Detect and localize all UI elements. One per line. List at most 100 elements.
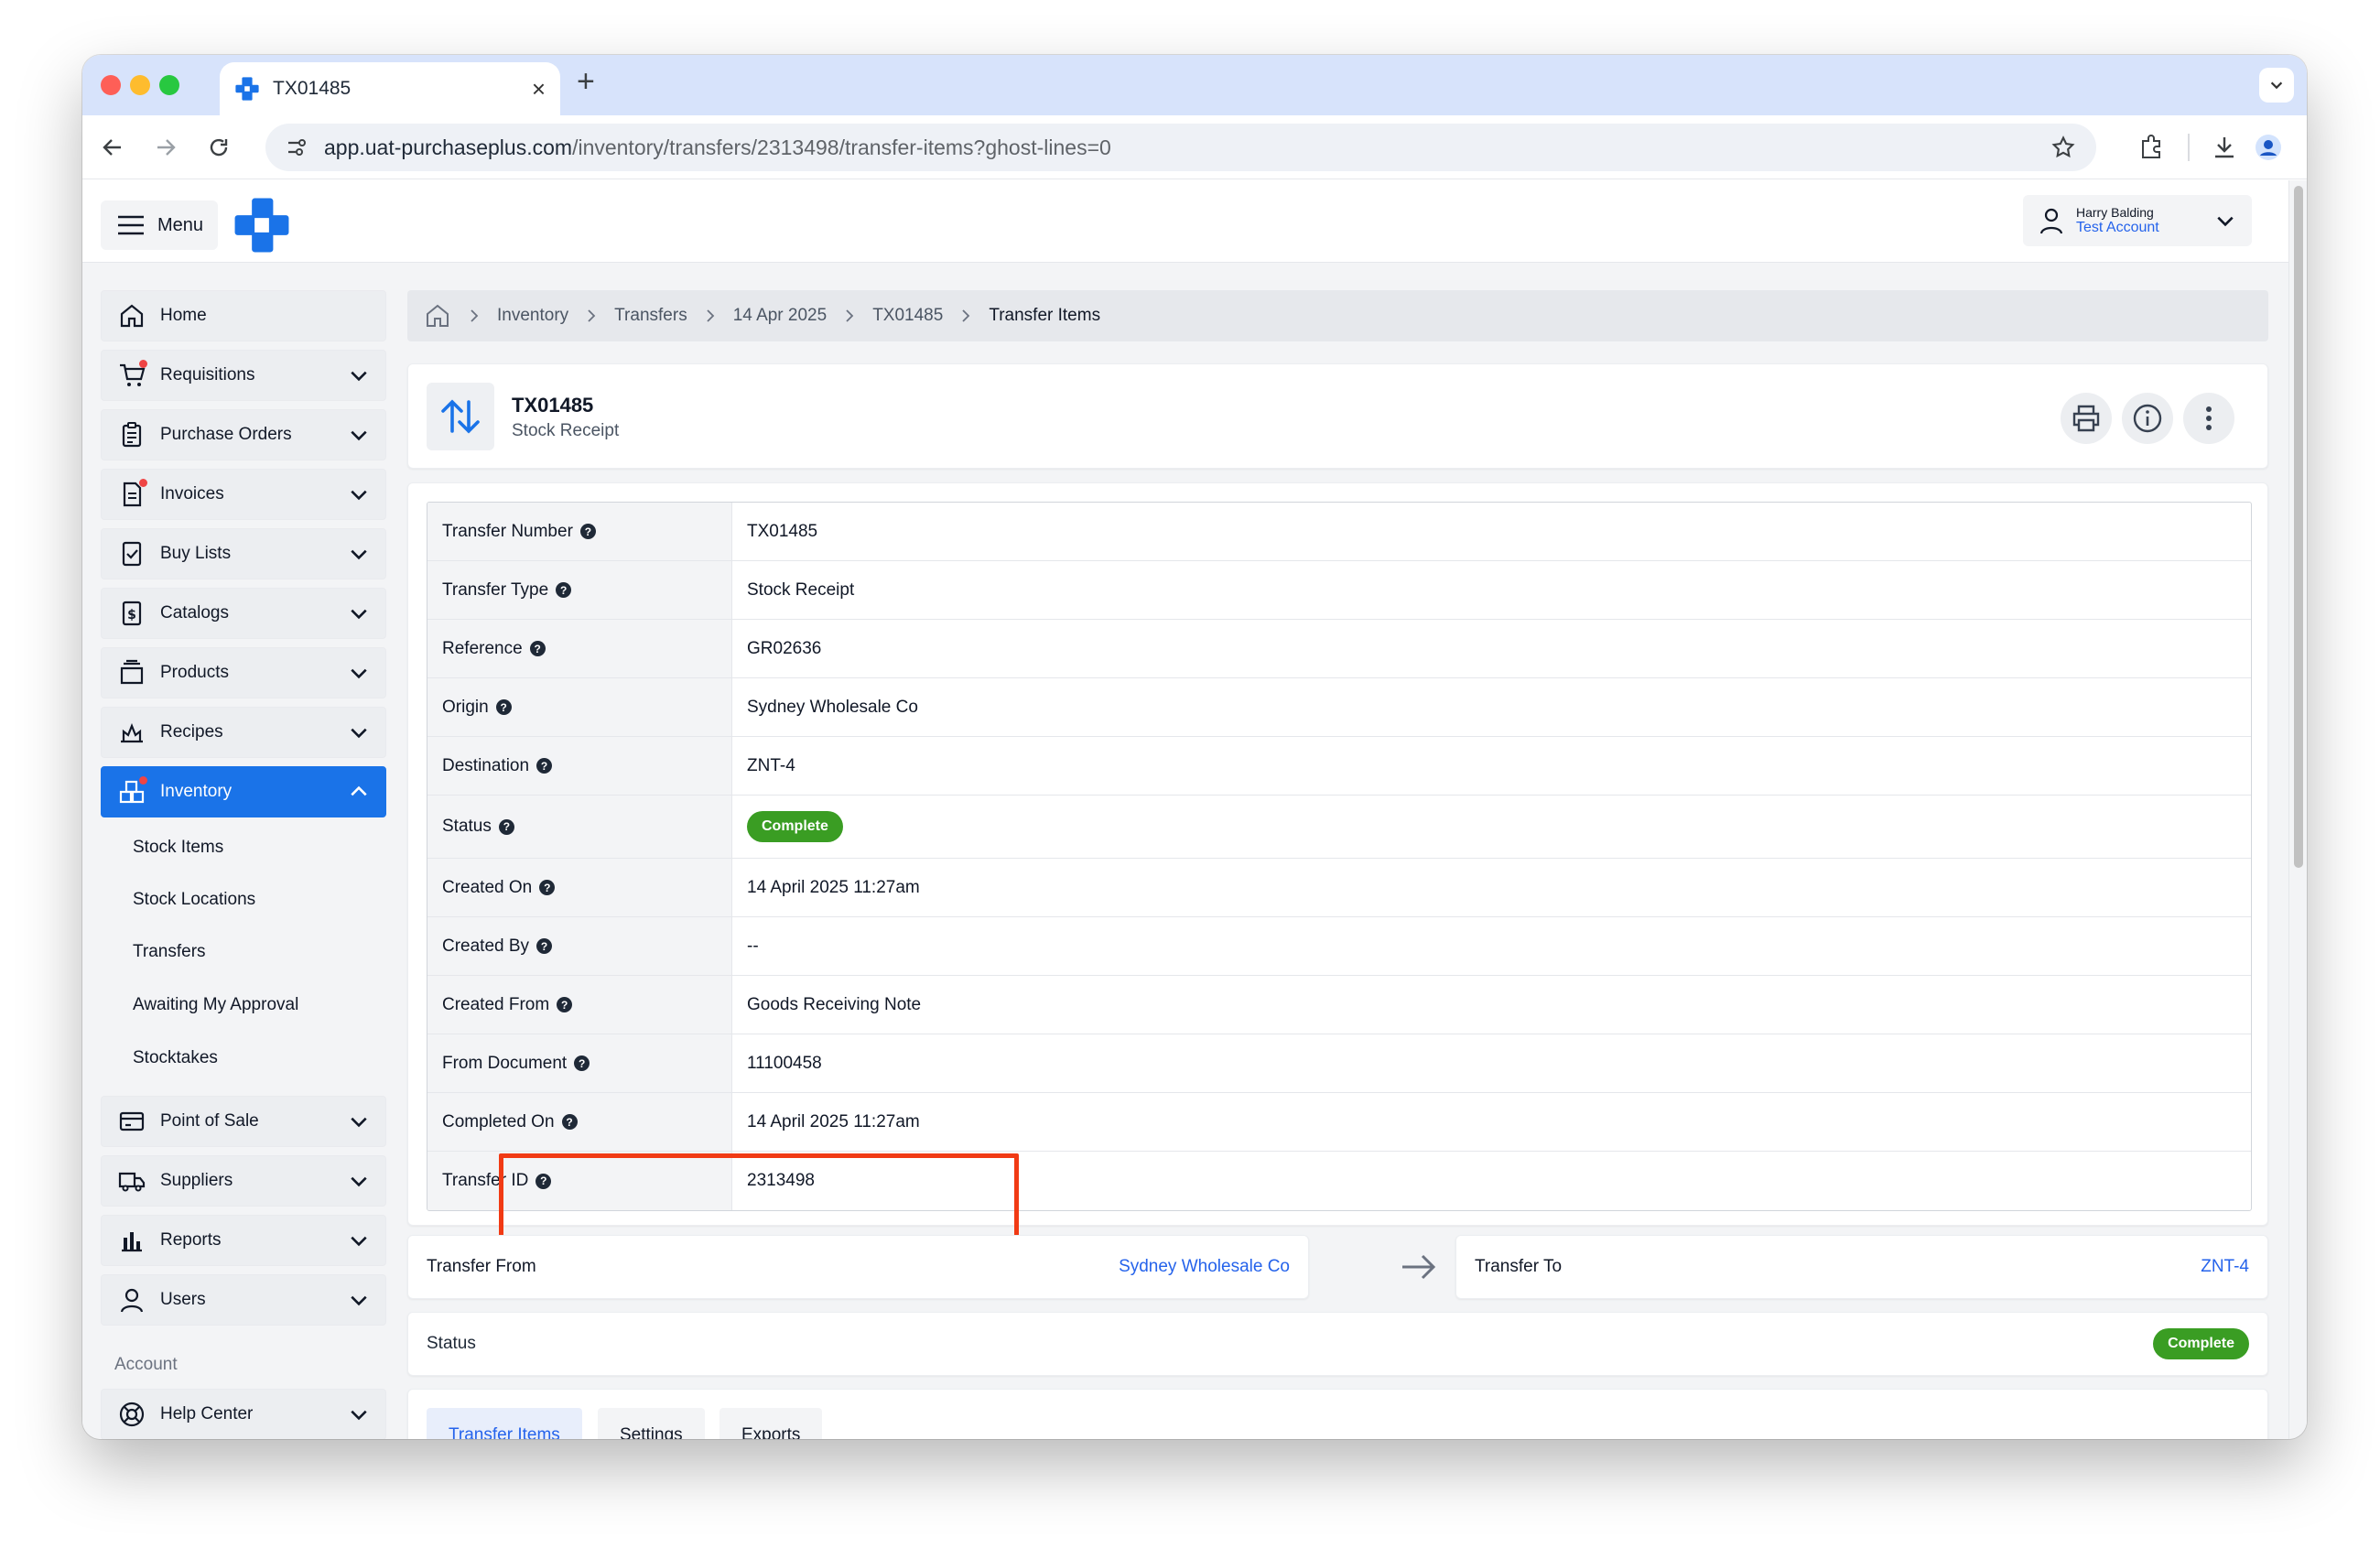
url-host: app.uat-purchaseplus.com [324, 135, 573, 159]
tab-list-button[interactable] [2259, 68, 2294, 103]
browser-tab[interactable]: TX01485 × [220, 62, 560, 115]
sidebar-subitem-awaiting-my-approval[interactable]: Awaiting My Approval [133, 995, 298, 1015]
sidebar-subitem-stock-locations[interactable]: Stock Locations [133, 890, 255, 910]
bookmark-star-icon[interactable] [2050, 135, 2076, 160]
status-badge: Complete [747, 811, 843, 842]
inventory-icon [118, 776, 147, 806]
sidebar-subitem-stock-items[interactable]: Stock Items [133, 838, 223, 858]
chevron-down-icon [351, 1295, 367, 1306]
help-question-icon[interactable]: ? [536, 758, 553, 774]
help-question-icon[interactable]: ? [498, 818, 514, 835]
help-question-icon[interactable]: ? [536, 1173, 552, 1189]
help-question-icon[interactable]: ? [561, 1114, 578, 1130]
minimize-window-button[interactable] [130, 75, 150, 95]
breadcrumb-date[interactable]: 14 Apr 2025 [733, 306, 827, 326]
help-question-icon[interactable]: ? [574, 1055, 590, 1071]
chevron-right-icon [846, 309, 854, 322]
sidebar-item-inventory[interactable]: Inventory [101, 766, 386, 817]
sidebar-item-suppliers[interactable]: Suppliers [101, 1155, 386, 1207]
transfer-to-link[interactable]: ZNT-4 [2201, 1257, 2249, 1277]
transfer-header-card: TX01485 Stock Receipt [407, 363, 2268, 469]
status-label: Status [427, 1334, 476, 1353]
detail-label: Created On [442, 877, 533, 897]
help-question-icon[interactable]: ? [579, 524, 596, 539]
download-icon[interactable] [2211, 134, 2238, 161]
transfer-from-link[interactable]: Sydney Wholesale Co [1119, 1257, 1290, 1277]
help-question-icon[interactable]: ? [539, 880, 556, 895]
sidebar-item-point-of-sale[interactable]: Point of Sale [101, 1096, 386, 1147]
sidebar-item-label: Reports [160, 1230, 222, 1250]
home-icon[interactable] [424, 302, 451, 330]
help-question-icon[interactable]: ? [556, 582, 572, 598]
tab-exports[interactable]: Exports [719, 1408, 823, 1439]
sidebar-subitem-stocktakes[interactable]: Stocktakes [133, 1048, 218, 1068]
tab-transfer-items[interactable]: Transfer Items [427, 1408, 582, 1439]
reload-icon[interactable] [207, 135, 231, 159]
close-tab-icon[interactable]: × [532, 77, 546, 101]
back-arrow-icon[interactable] [101, 135, 124, 159]
chart-icon [122, 1232, 142, 1252]
sidebar-item-invoices[interactable]: Invoices [101, 469, 386, 520]
print-button[interactable] [2061, 393, 2112, 444]
help-question-icon[interactable]: ? [557, 997, 573, 1012]
user-name: Harry Balding [2076, 204, 2154, 220]
account-section-label: Account [114, 1355, 178, 1374]
sidebar-item-label: Invoices [160, 484, 224, 503]
address-bar[interactable]: app.uat-purchaseplus.com/inventory/trans… [265, 124, 2096, 171]
sidebar-subitem-transfers[interactable]: Transfers [133, 942, 206, 962]
browser-window: TX01485 × + app.uat-purchaseplus.com/inv… [82, 55, 2307, 1439]
sidebar-item-buy-lists[interactable]: Buy Lists [101, 528, 386, 579]
forward-arrow-icon[interactable] [154, 135, 178, 159]
help-question-icon[interactable]: ? [536, 938, 553, 954]
breadcrumb-transfer[interactable]: TX01485 [872, 306, 943, 326]
close-window-button[interactable] [101, 75, 121, 95]
transfer-to-label: Transfer To [1475, 1257, 1563, 1276]
detail-value: Goods Receiving Note [747, 994, 922, 1014]
detail-value: 2313498 [747, 1171, 815, 1190]
sidebar-item-products[interactable]: Products [101, 647, 386, 698]
chevron-down-icon [351, 668, 367, 679]
chevron-right-icon [707, 309, 714, 322]
sidebar-item-requisitions[interactable]: Requisitions [101, 350, 386, 401]
transfer-from-label: Transfer From [427, 1257, 536, 1276]
sidebar-item-label: Point of Sale [160, 1111, 259, 1131]
sidebar-item-reports[interactable]: Reports [101, 1215, 386, 1266]
new-tab-button[interactable]: + [577, 66, 595, 97]
status-badge: Complete [2153, 1328, 2249, 1359]
help-question-icon[interactable]: ? [495, 699, 512, 715]
tab-settings[interactable]: Settings [598, 1408, 705, 1439]
sidebar-item-recipes[interactable]: Recipes [101, 707, 386, 758]
menu-button[interactable]: Menu [101, 200, 218, 250]
sidebar-item-users[interactable]: Users [101, 1274, 386, 1326]
chevron-down-icon [351, 609, 367, 620]
info-button[interactable] [2122, 393, 2173, 444]
sidebar-item-purchase-orders[interactable]: Purchase Orders [101, 409, 386, 460]
breadcrumb-inventory[interactable]: Inventory [497, 306, 568, 326]
sidebar-item-help-center[interactable]: Help Center [101, 1389, 386, 1439]
breadcrumb-transfers[interactable]: Transfers [614, 306, 687, 326]
detail-label: Origin [442, 697, 489, 717]
purchaseplus-logo-icon[interactable] [233, 197, 290, 254]
profile-avatar-icon[interactable] [2255, 134, 2282, 161]
detail-row-completed-on: Completed On? 14 April 2025 11:27am [427, 1093, 2251, 1152]
extensions-puzzle-icon[interactable] [2137, 134, 2165, 161]
browser-menu-kebab-icon[interactable] [2296, 134, 2307, 161]
maximize-window-button[interactable] [159, 75, 179, 95]
site-settings-icon[interactable] [286, 136, 308, 158]
page-scrollbar[interactable] [2288, 180, 2307, 1439]
detail-value: 14 April 2025 11:27am [747, 877, 920, 897]
help-question-icon[interactable]: ? [529, 641, 546, 656]
invoice-icon [118, 479, 147, 508]
sidebar-item-catalogs[interactable]: $ Catalogs [101, 588, 386, 639]
scrollbar-thumb[interactable] [2294, 186, 2303, 868]
chevron-right-icon [588, 309, 596, 322]
detail-value: Sydney Wholesale Co [747, 697, 918, 717]
more-options-button[interactable] [2183, 393, 2234, 444]
sidebar-item-label: Catalogs [160, 603, 229, 622]
user-account-dropdown[interactable]: Harry Balding Test Account [2023, 195, 2252, 246]
app-header: Menu Harry Balding Test Account [82, 180, 2288, 263]
pos-icon [119, 1111, 145, 1131]
sidebar-item-home[interactable]: Home [101, 290, 386, 341]
clipboard-icon [122, 422, 142, 448]
sidebar-item-label: Home [160, 306, 207, 325]
